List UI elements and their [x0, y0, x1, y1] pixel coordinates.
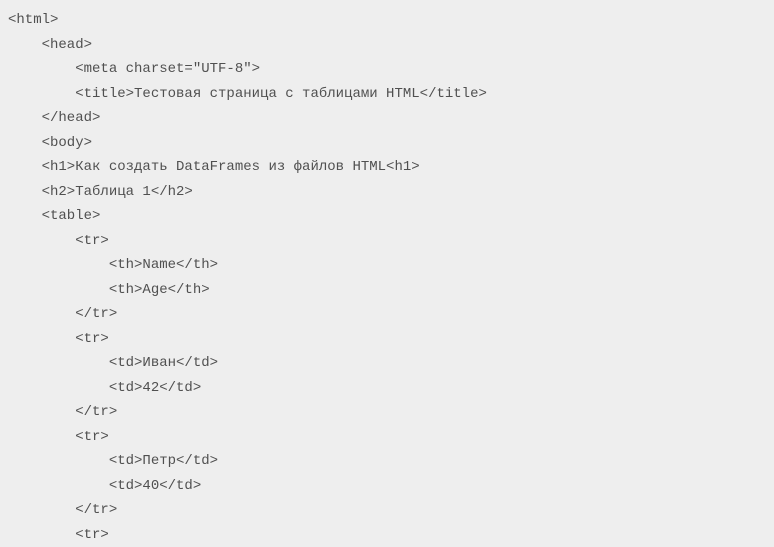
code-line: <body>	[0, 131, 774, 156]
code-block: <html> <head> <meta charset="UTF-8"> <ti…	[0, 8, 774, 547]
code-line: </tr>	[0, 498, 774, 523]
code-line: <tr>	[0, 327, 774, 352]
code-line: <tr>	[0, 425, 774, 450]
code-line: <td>40</td>	[0, 474, 774, 499]
code-line: <th>Age</th>	[0, 278, 774, 303]
code-line: <th>Name</th>	[0, 253, 774, 278]
code-line: </tr>	[0, 302, 774, 327]
code-line: </tr>	[0, 400, 774, 425]
code-line: <tr>	[0, 229, 774, 254]
code-line: <title>Тестовая страница с таблицами HTM…	[0, 82, 774, 107]
code-line: <td>42</td>	[0, 376, 774, 401]
code-line: <meta charset="UTF-8">	[0, 57, 774, 82]
code-line: <h2>Таблица 1</h2>	[0, 180, 774, 205]
code-line: <td>Петр</td>	[0, 449, 774, 474]
code-line: <html>	[0, 8, 774, 33]
code-line: <td>Иван</td>	[0, 351, 774, 376]
code-line: </head>	[0, 106, 774, 131]
code-line: <table>	[0, 204, 774, 229]
code-line: <head>	[0, 33, 774, 58]
code-line: <h1>Как создать DataFrames из файлов HTM…	[0, 155, 774, 180]
code-line: <tr>	[0, 523, 774, 547]
